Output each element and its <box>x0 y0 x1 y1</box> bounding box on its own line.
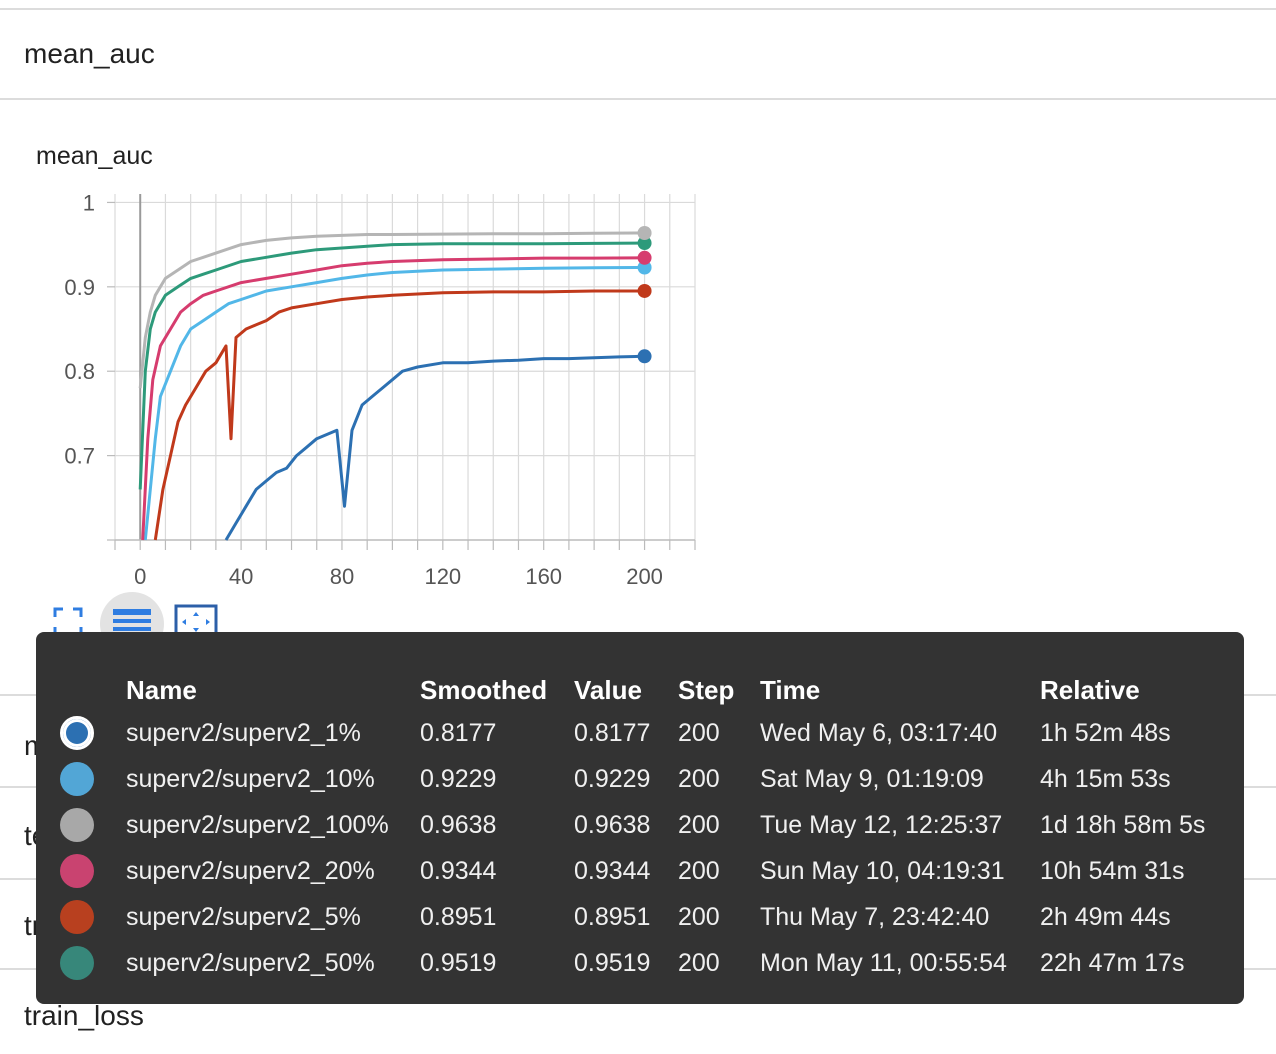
section-header-train-loss[interactable]: train_loss <box>24 1000 144 1032</box>
chart-card-title: mean_auc <box>36 142 153 170</box>
tooltip-cell-step: 200 <box>678 718 720 747</box>
tooltip-cell-relative: 1d 18h 58m 5s <box>1040 810 1206 839</box>
tooltip-cell-smoothed: 0.9519 <box>420 948 497 977</box>
y-tick-label: 0.9 <box>64 275 95 300</box>
chart-tick-labels: 0 40 80 120 160 200 1 0.9 0.8 0.7 <box>64 190 663 589</box>
tooltip-row: superv2/superv2_100% 0.9638 0.9638 200 Tue M… <box>60 802 1230 848</box>
tooltip-header-row: Name Smoothed Value Step Time Relative <box>60 670 1230 710</box>
series-color-dot <box>60 854 94 888</box>
tooltip-cell-time: Sun May 10, 04:19:31 <box>760 856 1005 885</box>
x-tick-label: 80 <box>330 564 354 589</box>
series-line <box>153 289 645 541</box>
tooltip-cell-smoothed: 0.9638 <box>420 810 497 839</box>
tooltip-swatch-cell <box>60 710 126 756</box>
tooltip-cell-step: 200 <box>678 810 720 839</box>
tooltip-cell-smoothed: 0.9229 <box>420 764 497 793</box>
tooltip-cell-step: 200 <box>678 856 720 885</box>
tooltip-header-value: Value <box>574 674 642 705</box>
tooltip-cell-name: superv2/superv2_1% <box>126 718 361 747</box>
tooltip-cell-name: superv2/superv2_10% <box>126 764 375 793</box>
tooltip-cell-step: 200 <box>678 902 720 931</box>
chart-tooltip: Name Smoothed Value Step Time Relative s… <box>36 632 1244 1004</box>
x-tick-label: 40 <box>229 564 253 589</box>
tooltip-cell-relative: 1h 52m 48s <box>1040 718 1171 747</box>
tooltip-swatch-cell <box>60 848 126 894</box>
tooltip-cell-name: superv2/superv2_50% <box>126 948 375 977</box>
x-tick-label: 160 <box>525 564 562 589</box>
tooltip-cell-value: 0.9344 <box>574 856 651 885</box>
series-line <box>224 354 645 541</box>
tooltip-cell-relative: 22h 47m 17s <box>1040 948 1185 977</box>
tooltip-cell-step: 200 <box>678 764 720 793</box>
line-chart[interactable]: 0 40 80 120 160 200 1 0.9 0.8 0.7 <box>0 180 720 590</box>
tooltip-cell-smoothed: 0.8177 <box>420 718 497 747</box>
tooltip-swatch-cell <box>60 802 126 848</box>
series-color-dot <box>60 762 94 796</box>
y-tick-label: 1 <box>83 190 95 215</box>
tooltip-header-swatch <box>60 670 126 710</box>
tooltip-swatch-cell <box>60 940 126 986</box>
series-color-dot <box>60 946 94 980</box>
tooltip-cell-time: Thu May 7, 23:42:40 <box>760 902 990 931</box>
chart-series <box>138 225 652 541</box>
tooltip-cell-smoothed: 0.9344 <box>420 856 497 885</box>
tooltip-header-name: Name <box>126 674 197 705</box>
tooltip-cell-value: 0.8177 <box>574 718 651 747</box>
tooltip-header-step: Step <box>678 674 735 705</box>
tooltip-row: superv2/superv2_1% 0.8177 0.8177 200 Wed May… <box>60 710 1230 756</box>
tooltip-cell-time: Wed May 6, 03:17:40 <box>760 718 998 747</box>
y-tick-label: 0.7 <box>64 444 95 469</box>
series-color-dot <box>60 808 94 842</box>
tooltip-cell-relative: 2h 49m 44s <box>1040 902 1171 931</box>
y-tick-label: 0.8 <box>64 359 95 384</box>
tooltip-rows: superv2/superv2_1% 0.8177 0.8177 200 Wed May… <box>60 710 1230 986</box>
tooltip-swatch-cell <box>60 756 126 802</box>
tooltip-header-relative: Relative <box>1040 674 1140 705</box>
tooltip-header-time: Time <box>760 674 821 705</box>
tooltip-cell-name: superv2/superv2_20% <box>126 856 375 885</box>
tooltip-cell-value: 0.8951 <box>574 902 651 931</box>
tooltip-cell-name: superv2/superv2_5% <box>126 902 361 931</box>
tooltip-row: superv2/superv2_20% 0.9344 0.9344 200 Sun Ma… <box>60 848 1230 894</box>
top-divider <box>0 8 1276 10</box>
series-endpoint <box>637 250 652 265</box>
x-tick-label: 200 <box>626 564 663 589</box>
tooltip-row: superv2/superv2_5% 0.8951 0.8951 200 Thu May… <box>60 894 1230 940</box>
tooltip-table: Name Smoothed Value Step Time Relative s… <box>60 670 1230 986</box>
tooltip-cell-relative: 4h 15m 53s <box>1040 764 1171 793</box>
tooltip-cell-time: Sat May 9, 01:19:09 <box>760 764 984 793</box>
tooltip-cell-time: Mon May 11, 00:55:54 <box>760 948 1007 977</box>
tooltip-row: superv2/superv2_50% 0.9519 0.9519 200 Mon Ma… <box>60 940 1230 986</box>
series-endpoint <box>637 225 652 240</box>
tooltip-row: superv2/superv2_10% 0.9229 0.9229 200 Sat Ma… <box>60 756 1230 802</box>
tooltip-swatch-cell <box>60 894 126 940</box>
tooltip-cell-value: 0.9229 <box>574 764 651 793</box>
tooltip-cell-relative: 10h 54m 31s <box>1040 856 1185 885</box>
tooltip-cell-name: superv2/superv2_100% <box>126 810 389 839</box>
x-tick-label: 120 <box>424 564 461 589</box>
tooltip-cell-value: 0.9638 <box>574 810 651 839</box>
series-endpoint <box>637 349 652 364</box>
series-color-dot <box>60 900 94 934</box>
tooltip-cell-value: 0.9519 <box>574 948 651 977</box>
section-header-mean-auc[interactable]: mean_auc <box>24 38 155 70</box>
tooltip-cell-time: Tue May 12, 12:25:37 <box>760 810 1003 839</box>
header-divider <box>0 98 1276 100</box>
tooltip-cell-step: 200 <box>678 948 720 977</box>
series-endpoint <box>637 283 652 298</box>
series-color-dot <box>60 716 94 750</box>
series-line <box>143 266 645 541</box>
x-tick-label: 0 <box>134 564 146 589</box>
tooltip-header-smoothed: Smoothed <box>420 674 548 705</box>
tooltip-cell-smoothed: 0.8951 <box>420 902 497 931</box>
